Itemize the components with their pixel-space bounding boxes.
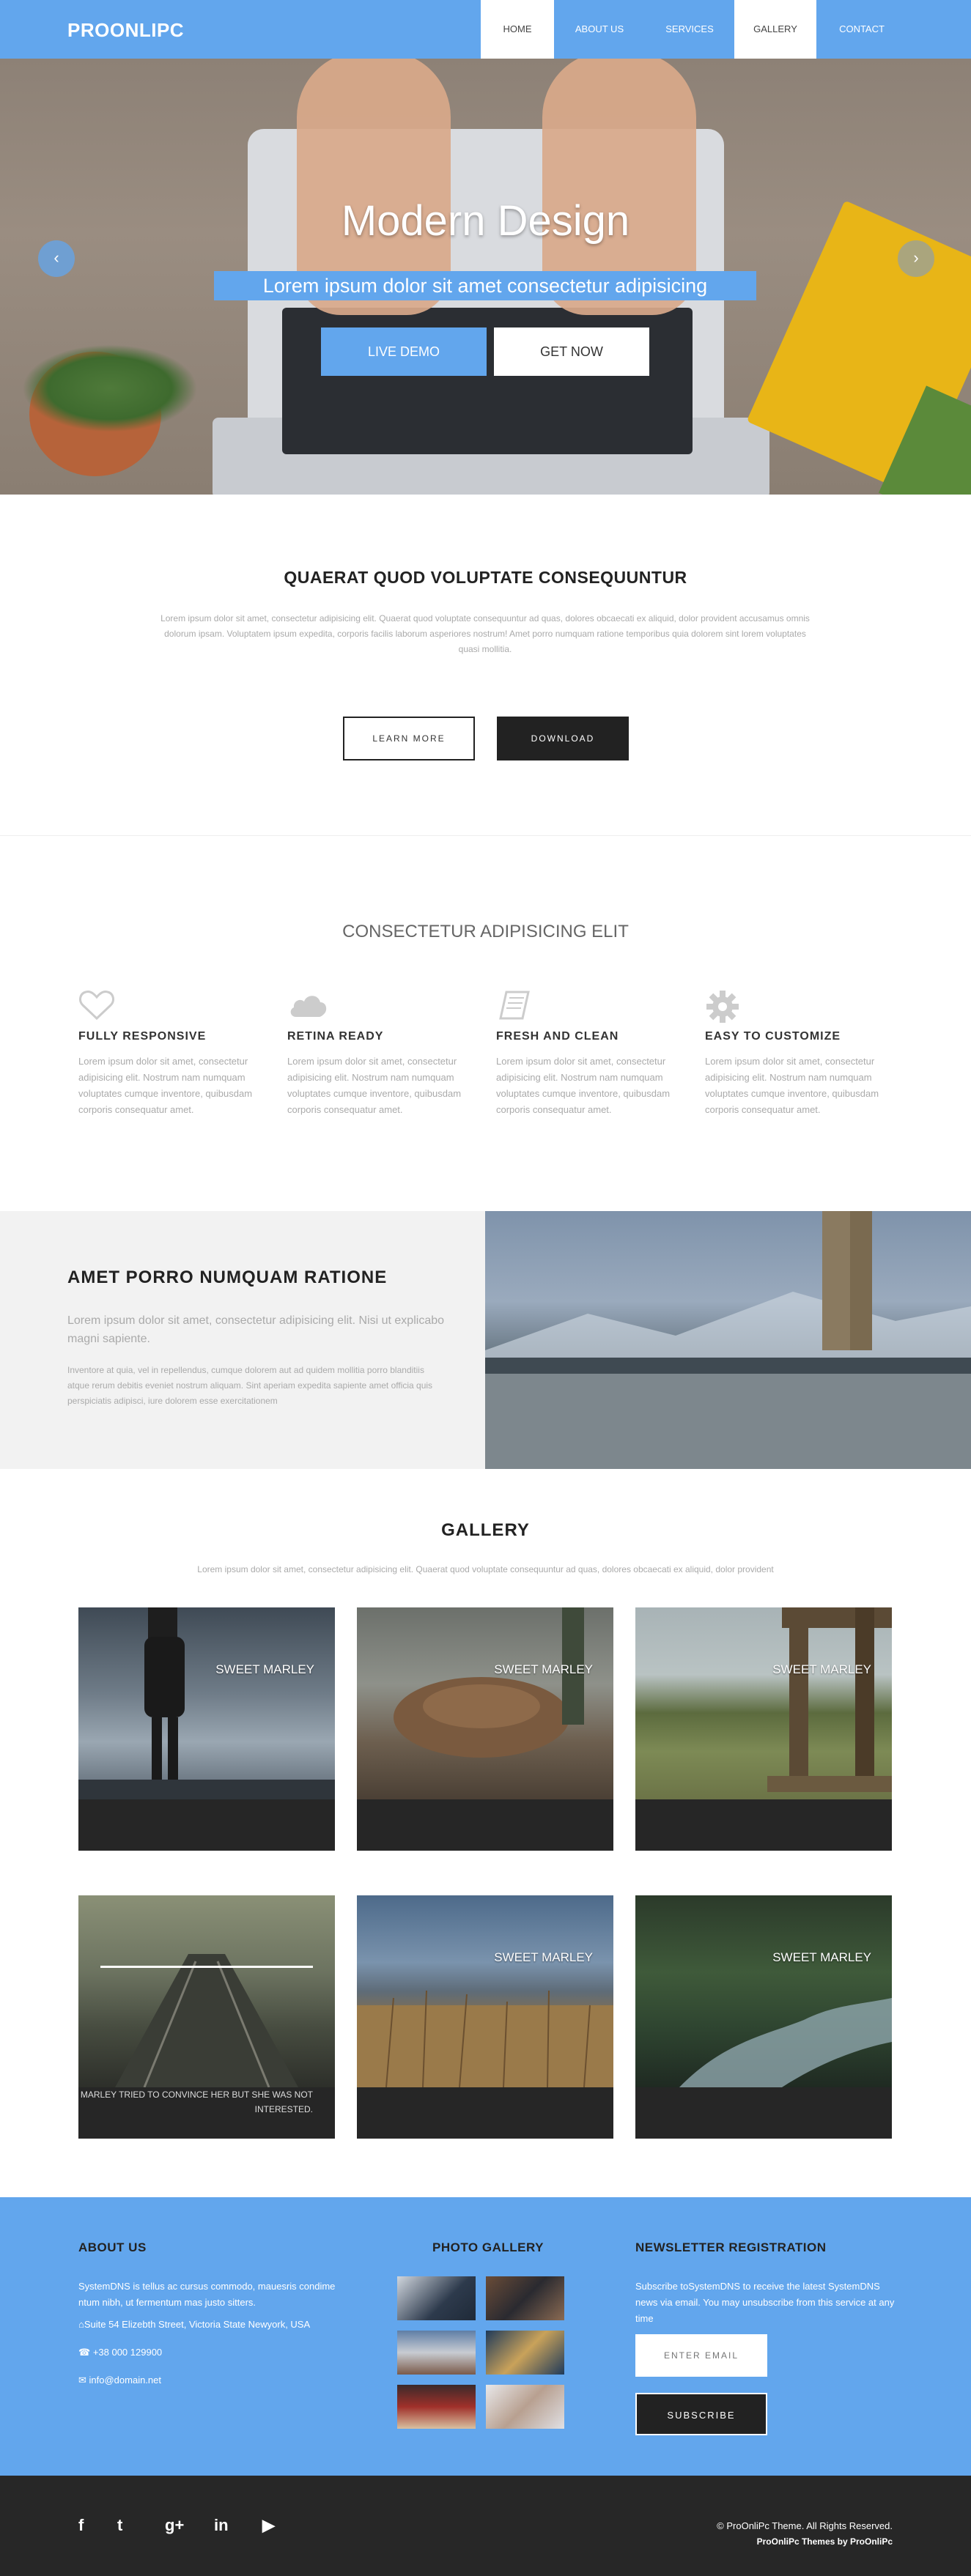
facebook-icon[interactable]: f (78, 2514, 84, 2536)
photo-gallery-thumb[interactable] (397, 2385, 476, 2429)
phone-icon: ☎ (78, 2347, 93, 2358)
gallery-photo (357, 1607, 613, 1799)
gallery-item[interactable]: MARLEY TRIED TO CONVINCE HER BUT SHE WAS… (78, 1895, 335, 2139)
feature-text: Lorem ipsum dolor sit amet, consectetur … (78, 1056, 253, 1115)
feature-card-responsive: FULLY RESPONSIVE Lorem ipsum dolor sit a… (78, 989, 262, 1118)
newsletter-text: Subscribe toSystemDNS to receive the lat… (635, 2281, 895, 2324)
feature-card-retina: RETINA READY Lorem ipsum dolor sit amet,… (287, 989, 470, 1118)
copyright-text: © ProOnliPc Theme. All Rights Reserved. (717, 2520, 893, 2531)
footer-phone-text: +38 000 129900 (92, 2347, 163, 2358)
feature-text: Lorem ipsum dolor sit amet, consectetur … (496, 1056, 671, 1115)
gallery-photo (635, 1607, 892, 1799)
home-icon: ⌂ (78, 2319, 84, 2330)
gallery-title: GALLERY (441, 1520, 530, 1540)
footer-email[interactable]: ✉ info@domain.net (78, 2375, 161, 2386)
footer-address: ⌂Suite 54 Elizebth Street, Victoria Stat… (78, 2319, 310, 2330)
gallery-item-caption: MARLEY TRIED TO CONVINCE HER BUT SHE WAS… (80, 2090, 313, 2114)
feature-title: EASY TO CUSTOMIZE (705, 1030, 841, 1043)
feature-title: FULLY RESPONSIVE (78, 1030, 207, 1043)
gallery-item-label: SWEET MARLEY (494, 1662, 593, 1676)
heart-icon (78, 989, 262, 1030)
feature-text: Lorem ipsum dolor sit amet, consectetur … (705, 1056, 879, 1115)
slider-prev-arrow-icon[interactable]: ‹ (38, 240, 75, 277)
split-title: AMET PORRO NUMQUAM RATIONE (67, 1267, 388, 1287)
gallery-photo (635, 1895, 892, 2087)
envelope-icon: ✉ (78, 2375, 89, 2386)
feature-card-customize: EASY TO CUSTOMIZE Lorem ipsum dolor sit … (705, 989, 888, 1118)
nav-item-contact[interactable]: CONTACT (816, 0, 907, 59)
footer-about-text: SystemDNS is tellus ac cursus commodo, m… (78, 2281, 336, 2308)
feature-title: RETINA READY (287, 1030, 384, 1043)
feature-title: FRESH AND CLEAN (496, 1030, 619, 1043)
photo-gallery-thumb[interactable] (397, 2276, 476, 2320)
gallery-photo (78, 1607, 335, 1799)
feature-text: Lorem ipsum dolor sit amet, consectetur … (287, 1056, 462, 1115)
gallery-subtitle: Lorem ipsum dolor sit amet, consectetur … (197, 1564, 774, 1574)
nav-item-services[interactable]: SERVICES (645, 0, 734, 59)
nav-item-about-us[interactable]: ABOUT US (554, 0, 645, 59)
gallery-item[interactable]: SWEET MARLEY (357, 1895, 613, 2139)
split-lead: Lorem ipsum dolor sit amet, consectetur … (67, 1314, 445, 1345)
top-navbar: PROONLIPC HOME ABOUT US SERVICES GALLERY… (0, 0, 971, 59)
nav-item-gallery[interactable]: GALLERY (734, 0, 816, 59)
hero-subtitle: Lorem ipsum dolor sit amet consectetur a… (214, 271, 756, 300)
photo-gallery-thumb[interactable] (486, 2385, 564, 2429)
hero-slider: Modern Design Lorem ipsum dolor sit amet… (0, 59, 971, 495)
photo-gallery-thumb[interactable] (486, 2331, 564, 2375)
book-icon (496, 989, 679, 1030)
photo-gallery-thumb[interactable] (397, 2331, 476, 2375)
gallery-item[interactable]: SWEET MARLEY (78, 1607, 335, 1851)
feature-card-fresh: FRESH AND CLEAN Lorem ipsum dolor sit am… (496, 989, 679, 1118)
footer-address-text: Suite 54 Elizebth Street, Victoria State… (84, 2319, 311, 2330)
intro-text: Lorem ipsum dolor sit amet, consectetur … (160, 613, 810, 654)
credit-text: ProOnliPc Themes by ProOnliPc (756, 2536, 893, 2547)
footer-about-title: ABOUT US (78, 2240, 147, 2254)
gallery-item-label: SWEET MARLEY (494, 1950, 593, 1964)
gallery-item[interactable]: SWEET MARLEY (635, 1895, 892, 2139)
main-menu: HOME ABOUT US SERVICES GALLERY CONTACT (481, 0, 907, 59)
cloud-icon (287, 989, 470, 1030)
subscribe-button[interactable]: SUBSCRIBE (635, 2393, 767, 2435)
gallery-item-label: SWEET MARLEY (772, 1950, 871, 1964)
gallery-item[interactable]: SWEET MARLEY (635, 1607, 892, 1851)
intro-title: QUAERAT QUOD VOLUPTATE CONSEQUUNTUR (284, 568, 687, 587)
linkedin-icon[interactable]: in (214, 2514, 229, 2536)
youtube-icon[interactable]: ▶ (262, 2514, 275, 2536)
footer-newsletter-title: NEWSLETTER REGISTRATION (635, 2240, 827, 2254)
gallery-overlay-line (100, 1966, 313, 1968)
gallery-photo (78, 1895, 335, 2088)
gallery-item-label: SWEET MARLEY (215, 1662, 314, 1676)
hero-plant-image (22, 344, 198, 432)
nav-item-home[interactable]: HOME (481, 0, 554, 59)
section-divider (0, 835, 971, 836)
split-photo (485, 1211, 971, 1469)
slider-next-arrow-icon[interactable]: › (898, 240, 934, 277)
footer-phone: ☎ +38 000 129900 (78, 2347, 162, 2358)
gallery-photo (357, 1895, 613, 2088)
photo-gallery-thumb[interactable] (486, 2276, 564, 2320)
hero-title: Modern Design (341, 197, 630, 245)
brand-logo[interactable]: PROONLIPC (67, 19, 184, 42)
download-button[interactable]: DOWNLOAD (497, 717, 629, 760)
gallery-item[interactable]: SWEET MARLEY (357, 1607, 613, 1851)
footer-photo-gallery-title: PHOTO GALLERY (432, 2240, 544, 2254)
google-plus-icon[interactable]: g+ (165, 2514, 184, 2536)
features-title: CONSECTETUR ADIPISICING ELIT (342, 922, 629, 941)
split-text: Inventore at quia, vel in repellendus, c… (67, 1365, 433, 1406)
get-now-button[interactable]: GET NOW (494, 327, 649, 376)
twitter-icon[interactable]: t (117, 2514, 122, 2536)
gear-icon (705, 989, 888, 1030)
newsletter-email-input[interactable] (635, 2334, 767, 2377)
gallery-item-label: SWEET MARLEY (772, 1662, 871, 1676)
learn-more-button[interactable]: LEARN MORE (343, 717, 475, 760)
footer-email-text: info@domain.net (89, 2375, 161, 2386)
live-demo-button[interactable]: LIVE DEMO (321, 327, 487, 376)
